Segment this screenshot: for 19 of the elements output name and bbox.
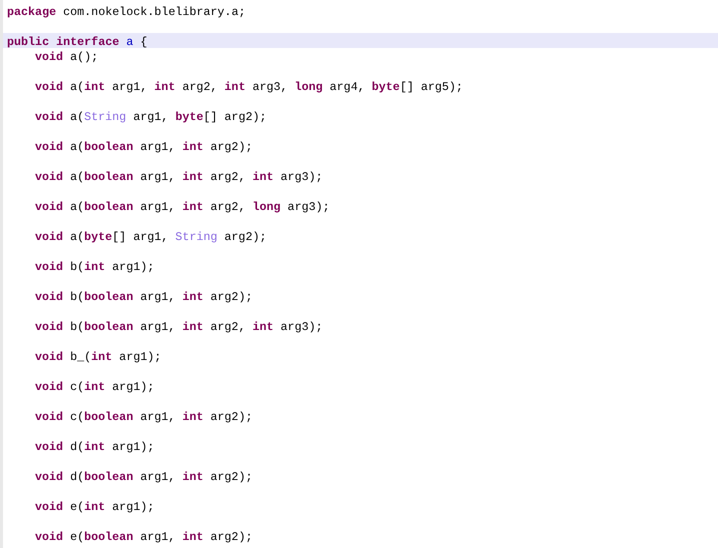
code-line: void a(boolean arg1, int arg2, long arg3); <box>34 200 330 214</box>
code-line: void b(boolean arg1, int arg2); <box>34 290 252 304</box>
code-line: void a(); <box>34 50 98 64</box>
code-line: void b_(int arg1); <box>34 350 162 364</box>
code-line: void a(boolean arg1, int arg2); <box>34 140 252 154</box>
code-line: void e(boolean arg1, int arg2); <box>34 530 252 544</box>
code-line: void a(byte[] arg1, String arg2); <box>34 230 266 244</box>
code-line: public interface a { <box>7 35 148 49</box>
code-line: void a(int arg1, int arg2, int arg3, long arg4, byte[] arg5); <box>34 80 463 94</box>
code-line: void d(boolean arg1, int arg2); <box>34 470 252 484</box>
code-line: void e(int arg1); <box>34 500 154 514</box>
code-line: void a(String arg1, byte[] arg2); <box>34 110 266 124</box>
code-line: void c(boolean arg1, int arg2); <box>34 410 252 424</box>
code-line: void b(int arg1); <box>34 260 154 274</box>
code-line: void a(boolean arg1, int arg2, int arg3); <box>34 170 323 184</box>
code-line: void c(int arg1); <box>34 380 154 394</box>
code-line: void b(boolean arg1, int arg2, int arg3); <box>34 320 323 334</box>
code-line: package com.nokelock.blelibrary.a; <box>7 5 246 19</box>
code-line: void d(int arg1); <box>34 440 154 454</box>
